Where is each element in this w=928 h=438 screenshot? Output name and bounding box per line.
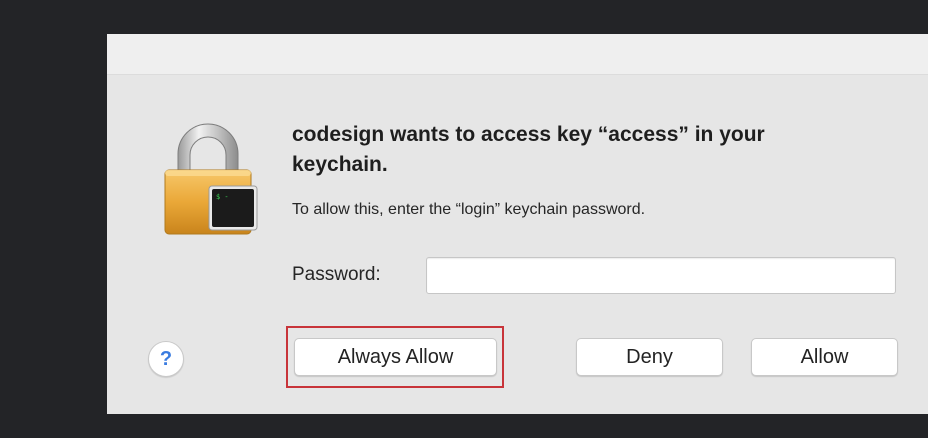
always-allow-button[interactable]: Always Allow — [294, 338, 497, 376]
deny-button[interactable]: Deny — [576, 338, 723, 376]
allow-button[interactable]: Allow — [751, 338, 898, 376]
dialog-message: To allow this, enter the “login” keychai… — [292, 201, 646, 218]
help-button[interactable]: ? — [148, 341, 184, 377]
question-mark-icon: ? — [159, 348, 173, 370]
keychain-lock-icon: $ - — [162, 118, 262, 238]
keychain-access-dialog: $ - codesign wants to access key “access… — [107, 34, 928, 414]
password-label: Password: — [292, 264, 381, 285]
dialog-titlebar[interactable] — [107, 34, 928, 75]
password-field[interactable] — [426, 257, 896, 294]
terminal-prompt-text: $ - — [216, 193, 229, 201]
dialog-heading: codesign wants to access key “access” in… — [292, 123, 765, 176]
